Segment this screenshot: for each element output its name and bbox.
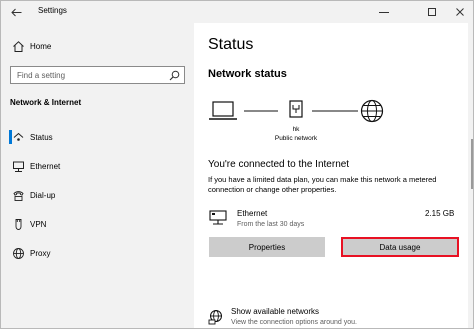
sidebar-item-label: Status [30, 132, 53, 142]
sidebar-item-ethernet[interactable]: Ethernet [1, 156, 194, 176]
back-arrow-icon [10, 8, 21, 16]
page-title: Status [208, 36, 254, 53]
home-icon [11, 39, 25, 53]
maximize-button[interactable] [417, 1, 447, 23]
internet-globe-icon [360, 99, 384, 123]
search-placeholder: Find a setting [17, 71, 66, 80]
ethernet-port-icon [289, 100, 303, 118]
sidebar-item-label: Proxy [30, 248, 51, 258]
maximize-icon [428, 8, 436, 16]
sidebar-item-label: VPN [30, 219, 47, 229]
data-usage-button[interactable]: Data usage [341, 237, 459, 257]
data-usage-amount: 2.15 GB [425, 209, 455, 218]
window-title: Settings [38, 6, 67, 15]
show-networks-link[interactable]: Show available networks [231, 307, 319, 316]
sidebar-item-status[interactable]: Status [1, 127, 194, 147]
minimize-button[interactable] [369, 1, 399, 23]
ethernet-connection-icon [209, 210, 227, 225]
scrollbar-thumb[interactable] [471, 139, 473, 189]
section-label: Network & Internet [10, 98, 82, 107]
network-type: Public network [274, 135, 318, 142]
sidebar-item-label: Dial-up [30, 190, 56, 200]
network-name: hk [292, 126, 300, 133]
close-button[interactable] [445, 1, 473, 23]
properties-button[interactable]: Properties [209, 237, 325, 257]
usage-period: From the last 30 days [237, 221, 305, 228]
show-networks-description: View the connection options around you. [231, 319, 357, 326]
sidebar: Home Find a setting Network & Internet S… [1, 23, 194, 328]
sidebar-item-label: Home [30, 41, 52, 51]
sidebar-item-dialup[interactable]: Dial-up [1, 185, 194, 205]
network-status-heading: Network status [208, 68, 287, 80]
sidebar-item-proxy[interactable]: Proxy [1, 243, 194, 263]
metered-description: If you have a limited data plan, you can… [208, 175, 437, 194]
network-diagram: hk Public network [208, 96, 408, 156]
close-icon [456, 8, 464, 16]
main-content: Status Network status hk Public network … [194, 23, 468, 328]
sidebar-item-label: Ethernet [30, 161, 61, 171]
dialup-icon [11, 188, 25, 202]
search-input[interactable]: Find a setting [10, 66, 185, 84]
status-icon [11, 130, 25, 144]
connection-status-heading: You're connected to the Internet [208, 159, 350, 170]
sidebar-item-vpn[interactable]: VPN [1, 214, 194, 234]
ethernet-icon [11, 159, 25, 173]
title-bar: Settings [1, 1, 473, 23]
available-networks-icon [208, 310, 222, 325]
globe-icon [11, 246, 25, 260]
back-button[interactable] [7, 3, 25, 21]
vpn-icon [11, 217, 25, 231]
connection-name: Ethernet [237, 209, 268, 218]
sidebar-item-home[interactable]: Home [1, 36, 194, 56]
laptop-icon [209, 101, 237, 120]
minimize-icon [379, 12, 389, 13]
search-icon [169, 70, 180, 81]
settings-window: Settings Home Find a setting Network & I… [0, 0, 474, 329]
